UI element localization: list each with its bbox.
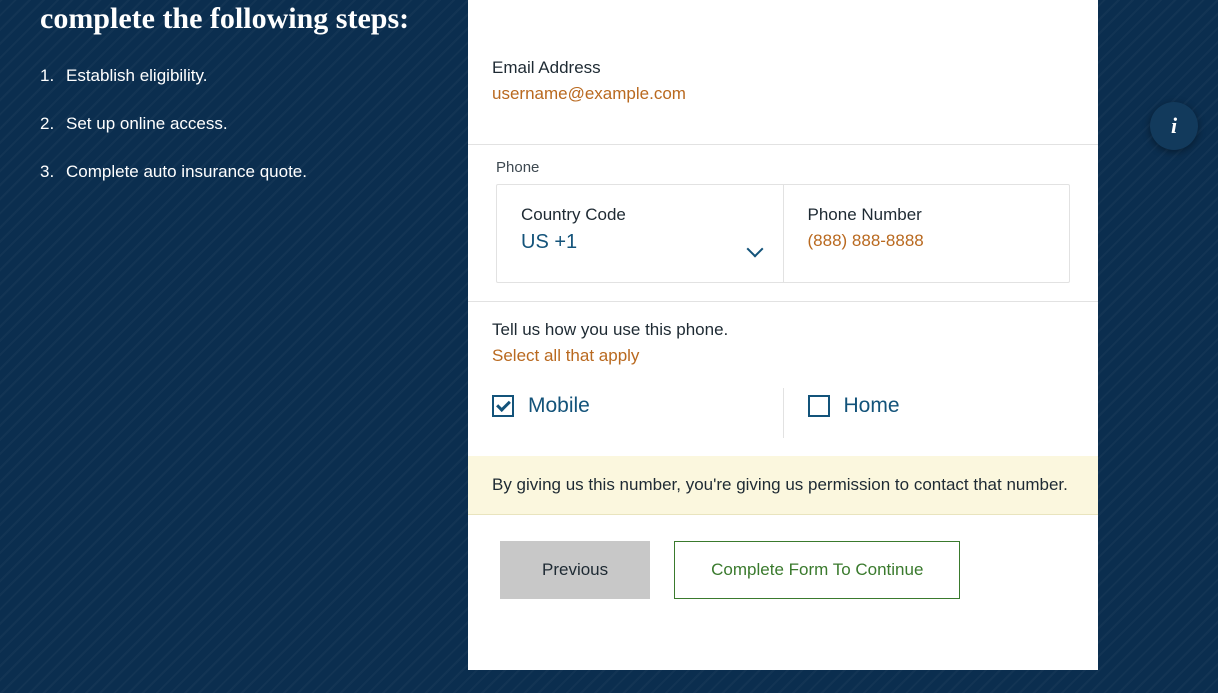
permission-note: By giving us this number, you're giving … <box>468 456 1098 515</box>
form-actions: Previous Complete Form To Continue <box>468 515 1098 629</box>
phone-section-label: Phone <box>492 145 1074 184</box>
email-value[interactable]: username@example.com <box>492 84 1074 104</box>
email-label: Email Address <box>492 58 1074 78</box>
checkbox-mobile[interactable] <box>492 395 514 417</box>
usage-prompt: Tell us how you use this phone. <box>492 320 1074 340</box>
usage-hint: Select all that apply <box>492 346 1074 366</box>
country-code-value: US +1 <box>521 231 759 254</box>
country-code-label: Country Code <box>521 205 759 225</box>
usage-option-mobile[interactable]: Mobile <box>468 388 783 438</box>
usage-option-label: Home <box>844 394 900 418</box>
phone-number-field[interactable]: Phone Number (888) 888-8888 <box>783 185 1070 282</box>
phone-section: Phone Country Code US +1 Phone Number (8… <box>468 145 1098 302</box>
info-icon[interactable]: i <box>1150 102 1198 150</box>
step-item: Establish eligibility. <box>40 66 420 86</box>
phone-number-value: (888) 888-8888 <box>808 231 1046 251</box>
form-card: Email Address username@example.com Phone… <box>468 0 1098 670</box>
usage-option-home[interactable]: Home <box>783 388 1099 438</box>
phone-number-label: Phone Number <box>808 205 1046 225</box>
country-code-select[interactable]: Country Code US +1 <box>497 185 783 282</box>
continue-button[interactable]: Complete Form To Continue <box>674 541 960 599</box>
step-item: Set up online access. <box>40 114 420 134</box>
sidebar-heading: complete the following steps: <box>40 0 420 38</box>
phone-usage-section: Tell us how you use this phone. Select a… <box>468 302 1098 456</box>
sidebar-steps: complete the following steps: Establish … <box>40 0 420 210</box>
previous-button[interactable]: Previous <box>500 541 650 599</box>
step-item: Complete auto insurance quote. <box>40 162 420 182</box>
usage-option-label: Mobile <box>528 394 590 418</box>
email-section: Email Address username@example.com <box>468 0 1098 145</box>
checkbox-home[interactable] <box>808 395 830 417</box>
